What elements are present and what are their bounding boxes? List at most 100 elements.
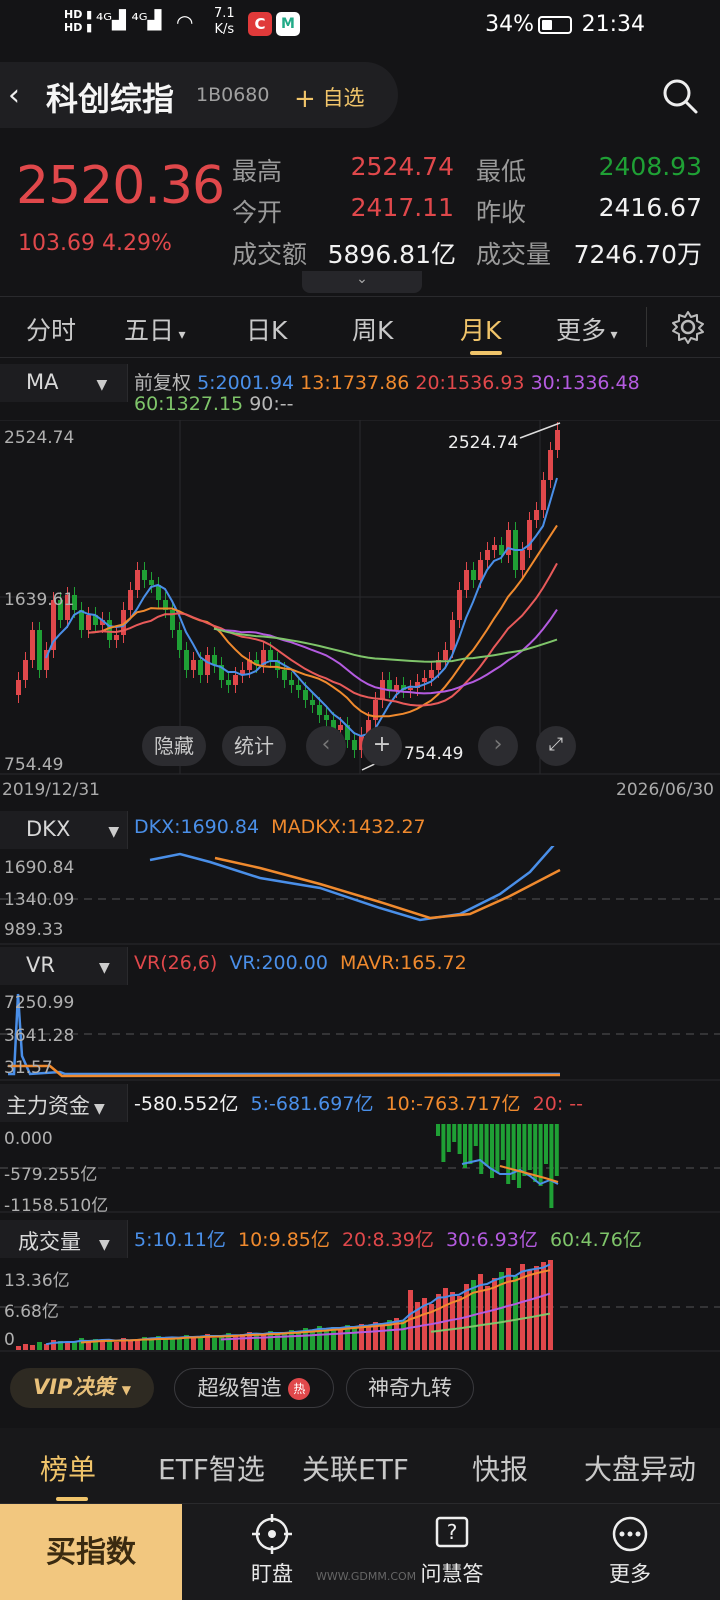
crosshair-icon[interactable]: + <box>362 726 402 766</box>
fullscreen-icon[interactable]: ⤢ <box>536 726 576 766</box>
candle-body <box>443 650 448 660</box>
funds-axis-mid: -579.255亿 <box>4 1165 98 1185</box>
watch-button[interactable]: 盯盘 <box>212 1504 332 1600</box>
fund-bar <box>446 1124 451 1152</box>
main-indicator-selector[interactable]: MA ▼ <box>0 364 128 402</box>
fund-bar <box>495 1124 500 1172</box>
vr-axis-mid: 3641.28 <box>4 1026 75 1046</box>
date-start: 2019/12/31 <box>2 780 100 800</box>
candle-body <box>37 630 42 670</box>
fund-bar <box>484 1124 489 1166</box>
volume-bar <box>380 1323 385 1350</box>
ma-legend-line1: 前复权 5:2001.94 13:1737.86 20:1536.93 30:1… <box>134 372 640 394</box>
volume-bar <box>296 1331 301 1350</box>
tab-related-etf[interactable]: 关联ETF <box>302 1448 409 1488</box>
ask-button[interactable]: ? 问慧答 <box>392 1504 512 1600</box>
tab-daily-k[interactable]: 日K <box>246 311 287 347</box>
candle-body <box>422 678 427 682</box>
volume-bar <box>548 1260 553 1350</box>
back-icon[interactable]: ‹ <box>8 78 20 113</box>
volume-bar <box>324 1329 329 1350</box>
candle-body <box>317 705 322 715</box>
kline-chart[interactable] <box>0 420 720 775</box>
volume-bar <box>212 1338 217 1350</box>
candle-body <box>191 660 196 670</box>
stats-button[interactable]: 统计 <box>222 726 286 766</box>
candle-body <box>205 655 210 675</box>
volume-indicator-selector[interactable]: 成交量 ▼ <box>0 1220 128 1258</box>
more-button[interactable]: 更多 <box>570 1504 690 1600</box>
ma-lines <box>45 477 558 738</box>
candle-body <box>541 480 546 510</box>
tab-monthly-k[interactable]: 月K <box>460 311 501 347</box>
high-value: 2524.74 <box>350 152 454 181</box>
volume-bar <box>163 1339 168 1350</box>
tab-more[interactable]: 更多 ▾ <box>556 311 618 347</box>
volume-bar <box>352 1326 357 1350</box>
candle-body <box>457 590 462 620</box>
tab-etf-pick[interactable]: ETF智选 <box>158 1448 265 1488</box>
clock: 21:34 <box>581 12 645 37</box>
main-funds-selector[interactable]: 主力资金 ▼ <box>0 1084 128 1122</box>
fund-bar <box>517 1124 521 1188</box>
tab-flash-news[interactable]: 快报 <box>472 1448 528 1488</box>
hd-signal-icon: HD ▮ HD ▮ <box>64 8 93 34</box>
gear-icon[interactable] <box>670 309 706 345</box>
fund-bar <box>554 1124 559 1176</box>
vr-indicator-selector[interactable]: VR ▼ <box>0 947 128 985</box>
vip-decision-button[interactable]: VIP决策 ▼ <box>10 1368 154 1408</box>
candle-body <box>233 675 238 685</box>
open-value: 2417.11 <box>350 193 454 222</box>
add-watchlist-button[interactable]: + 自选 <box>294 82 364 114</box>
candle-body <box>303 690 308 700</box>
candle-body <box>114 635 119 640</box>
volume-bar <box>366 1325 371 1350</box>
chevron-left-icon[interactable]: ‹ <box>306 726 346 766</box>
candle-body <box>429 670 434 678</box>
buy-index-button[interactable]: 买指数 <box>0 1504 182 1600</box>
volume-bar <box>177 1338 182 1350</box>
bottom-action-bar: 买指数 盯盘 ? 问慧答 更多 WWW.GDMM.COM <box>0 1503 720 1600</box>
magic-nine-chip[interactable]: 神奇九转 <box>346 1368 474 1408</box>
dkx-indicator-selector[interactable]: DKX ▼ <box>0 811 128 849</box>
prev-close-label: 昨收 <box>476 198 527 227</box>
volume-chart <box>0 1260 720 1352</box>
min-price-marker: 754.49 <box>404 744 464 764</box>
hide-button[interactable]: 隐藏 <box>142 726 206 766</box>
volume-legend: 5:10.11亿 10:9.85亿 20:8.39亿 30:6.93亿 60:4… <box>134 1229 642 1251</box>
tab-timeshare[interactable]: 分时 <box>26 311 76 347</box>
candle-body <box>135 570 140 590</box>
candle-body <box>198 660 203 675</box>
period-tabs: 分时 五日 ▾ 日K 周K 月K 更多 ▾ <box>0 296 720 358</box>
index-code: 1B0680 <box>196 84 270 106</box>
tab-market-alert[interactable]: 大盘异动 <box>584 1448 696 1488</box>
candle-body <box>408 688 413 690</box>
fund-bar <box>533 1124 538 1182</box>
volume-bar <box>79 1338 84 1350</box>
tab-weekly-k[interactable]: 周K <box>352 311 393 347</box>
watermark: WWW.GDMM.COM <box>316 1570 417 1583</box>
tab-ranking[interactable]: 榜单 <box>40 1448 96 1488</box>
candle-body <box>485 550 490 560</box>
chevron-right-icon[interactable]: › <box>478 726 518 766</box>
candle-body <box>177 630 182 650</box>
candle-body <box>142 570 147 580</box>
candle-body <box>324 715 329 720</box>
volume-bar <box>51 1340 56 1350</box>
search-icon[interactable] <box>660 76 700 116</box>
dkx-axis-mid: 1340.09 <box>4 890 75 910</box>
volume-bar <box>401 1320 406 1350</box>
volume-axis-bottom: 0 <box>4 1330 15 1350</box>
y-axis-bottom: 754.49 <box>4 755 64 775</box>
dkx-chart <box>0 846 720 945</box>
smart-manufacturing-chip[interactable]: 超级智造 热 <box>174 1368 334 1408</box>
funds-axis-bottom: -1158.510亿 <box>4 1196 109 1216</box>
candle-body <box>289 680 294 685</box>
chevron-down-icon[interactable]: ⌄ <box>302 271 422 293</box>
volume-value: 7246.70万 <box>573 240 702 269</box>
tab-five-day[interactable]: 五日 ▾ <box>124 311 186 347</box>
candle-body <box>555 430 560 450</box>
volume-bar <box>72 1342 77 1350</box>
volume-ma60-line <box>430 1312 551 1333</box>
volume-axis-top: 13.36亿 <box>4 1271 70 1291</box>
